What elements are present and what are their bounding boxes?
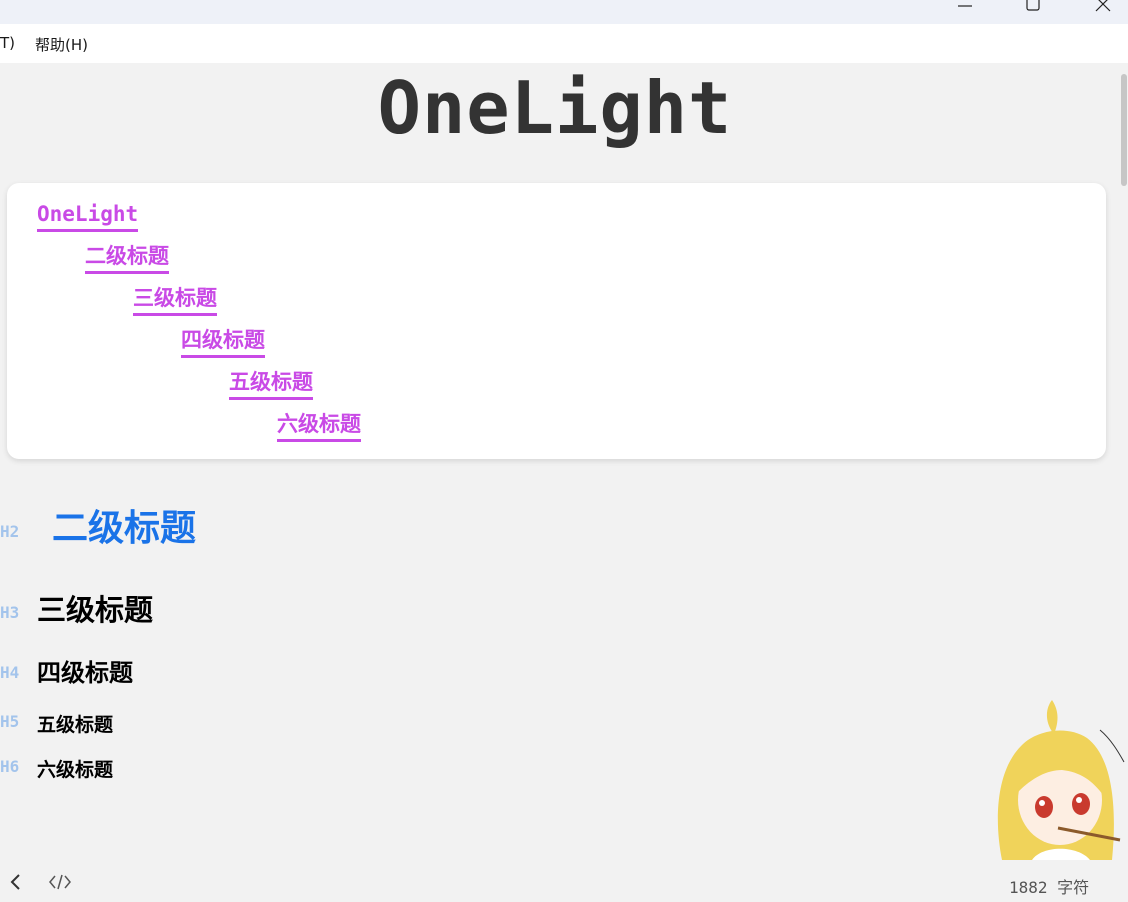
title-bar — [0, 0, 1128, 24]
menu-bar: T) 帮助(H) — [0, 24, 1128, 63]
toc-link-h4[interactable]: 四级标题 — [181, 327, 265, 358]
document-title: OneLight — [377, 66, 733, 150]
heading-tag-h2: H2 — [0, 522, 20, 541]
toc-link-h6[interactable]: 六级标题 — [277, 411, 361, 442]
toc-link-h5[interactable]: 五级标题 — [229, 369, 313, 400]
menu-help[interactable]: 帮助(H) — [35, 34, 88, 55]
toc-link-h2[interactable]: 二级标题 — [85, 243, 169, 274]
heading-h5: 五级标题 — [37, 714, 114, 736]
heading-h6: 六级标题 — [37, 759, 114, 781]
mascot-illustration — [997, 700, 1125, 860]
scrollbar-thumb[interactable] — [1121, 74, 1127, 186]
menu-tools[interactable]: T) — [0, 34, 15, 52]
toc-link-h3[interactable]: 三级标题 — [133, 285, 217, 316]
word-count[interactable]: 1882 字符 — [1009, 874, 1089, 898]
chevron-left-icon[interactable] — [6, 870, 26, 894]
heading-h2: 二级标题 — [52, 508, 197, 549]
close-icon[interactable] — [1093, 0, 1113, 14]
status-bar: 1882 字符 — [0, 862, 1128, 902]
maximize-icon[interactable] — [1023, 0, 1043, 14]
heading-h3: 三级标题 — [37, 593, 154, 627]
minimize-icon[interactable] — [955, 0, 975, 14]
heading-h4: 四级标题 — [37, 659, 133, 687]
heading-tag-h4: H4 — [0, 663, 20, 682]
heading-tag-h6: H6 — [0, 757, 20, 776]
table-of-contents: OneLight 二级标题 三级标题 四级标题 五级标题 六级标题 — [7, 183, 1106, 459]
heading-tag-h3: H3 — [0, 603, 20, 622]
heading-tag-h5: H5 — [0, 712, 20, 731]
toc-link-onelight[interactable]: OneLight — [37, 201, 139, 232]
code-icon[interactable] — [47, 872, 73, 892]
